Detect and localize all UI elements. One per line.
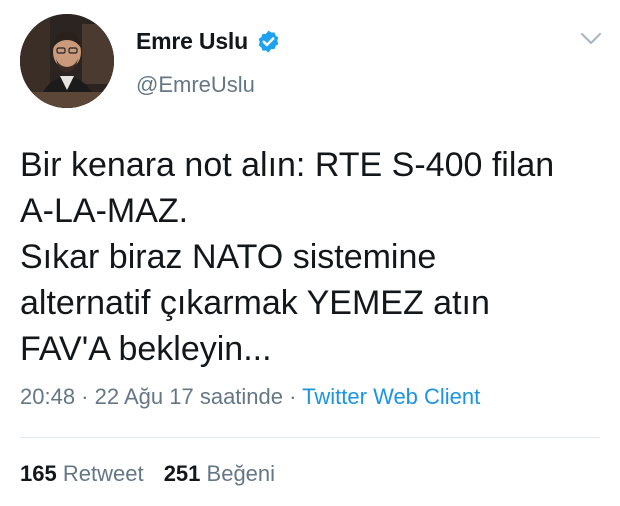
tweet-card: Emre Uslu @EmreUslu Bir kenara not alın:… xyxy=(0,0,620,506)
author-name-row[interactable]: Emre Uslu xyxy=(136,28,281,55)
retweet-count: 165 xyxy=(20,461,57,486)
tweet-text-line: Bir kenara not alın: RTE S-400 filan xyxy=(20,146,555,184)
divider xyxy=(20,437,600,438)
verified-badge-icon xyxy=(258,30,279,53)
tweet-stats: 165 Retweet 251 Beğeni xyxy=(20,461,275,487)
tweet-date: 22 Ağu 17 saatinde xyxy=(94,384,284,409)
avatar[interactable] xyxy=(20,14,114,108)
chevron-down-icon[interactable] xyxy=(580,32,602,46)
tweet-meta: 20:48 · 22 Ağu 17 saatinde · Twitter Web… xyxy=(20,384,480,410)
tweet-text-line: FAV'A bekleyin... xyxy=(20,330,272,368)
retweet-label: Retweet xyxy=(62,461,144,486)
author-display-name[interactable]: Emre Uslu xyxy=(136,28,248,55)
tweet-text-line: alternatif çıkarmak YEMEZ atın xyxy=(20,284,490,322)
tweet-text-line: A-LA-MAZ. xyxy=(20,192,189,230)
tweet-text: Bir kenara not alın: RTE S-400 filan A-L… xyxy=(20,142,610,372)
meta-separator: · xyxy=(283,384,303,409)
tweet-time[interactable]: 20:48 xyxy=(20,384,75,409)
like-count: 251 xyxy=(163,461,201,486)
like-stat[interactable]: 251 Beğeni xyxy=(164,461,275,487)
tweet-text-line: Sıkar biraz NATO sistemine xyxy=(20,238,437,276)
like-label: Beğeni xyxy=(206,461,276,486)
meta-separator: · xyxy=(75,384,95,409)
tweet-source-link[interactable]: Twitter Web Client xyxy=(302,384,480,409)
avatar-image xyxy=(20,14,114,108)
retweet-stat[interactable]: 165 Retweet xyxy=(20,461,144,487)
author-handle[interactable]: @EmreUslu xyxy=(136,72,255,98)
